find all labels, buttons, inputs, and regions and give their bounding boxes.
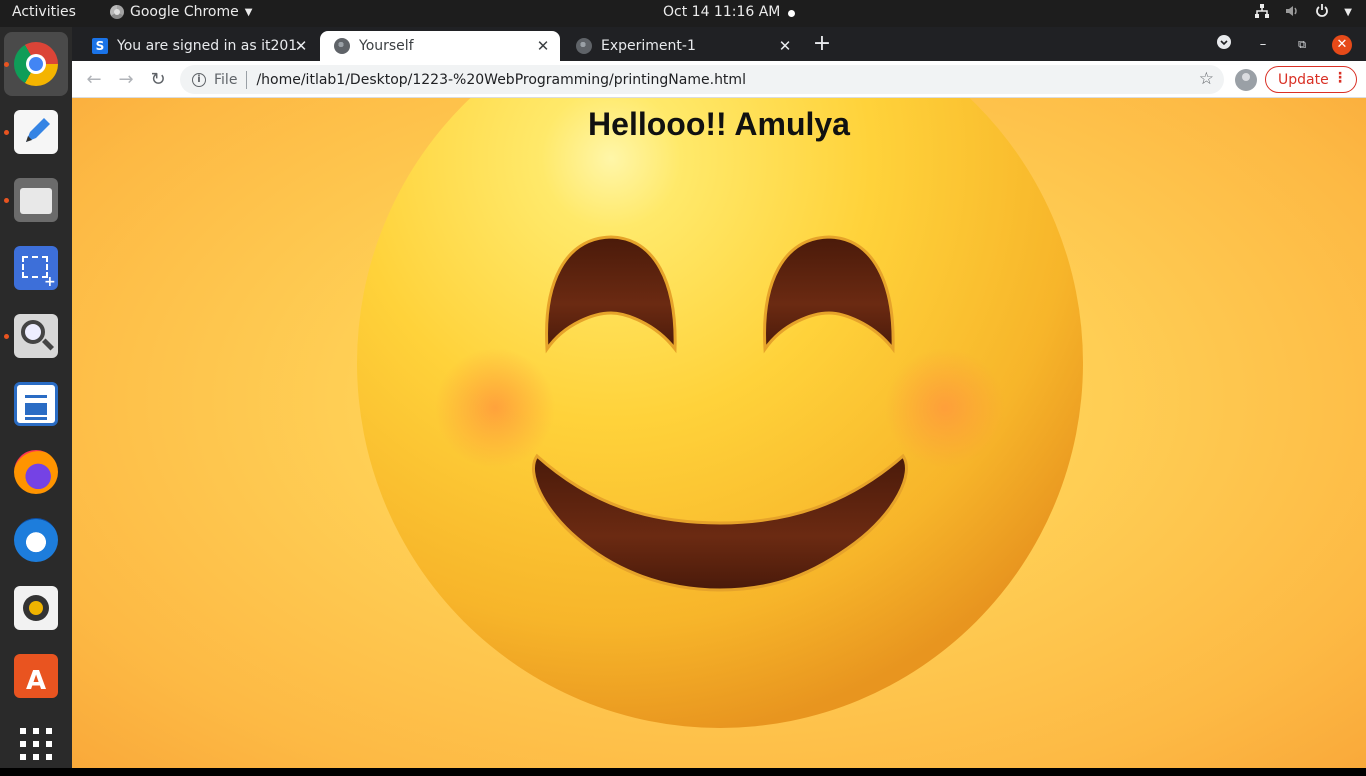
system-menu[interactable]: ▼ — [1254, 3, 1352, 23]
system-top-bar: Activities Google Chrome ▼ Oct 14 11:16 … — [0, 0, 1366, 27]
volume-icon — [1284, 3, 1300, 23]
globe-icon — [334, 38, 350, 54]
network-icon — [1254, 3, 1270, 23]
tab-title: Yourself — [359, 38, 414, 54]
tab-strip: S You are signed in as it201 ✕ Yourself … — [72, 27, 1366, 61]
dock: + A — [0, 27, 72, 768]
dock-thunderbird[interactable] — [4, 508, 68, 572]
tab-title: Experiment-1 — [601, 38, 696, 54]
dock-text-editor[interactable] — [4, 100, 68, 164]
browser-window: S You are signed in as it201 ✕ Yourself … — [72, 27, 1366, 768]
dock-image-viewer[interactable] — [4, 304, 68, 368]
new-tab-button[interactable]: + — [810, 33, 834, 57]
close-icon[interactable]: ✕ — [776, 37, 794, 55]
text-editor-icon — [14, 110, 58, 154]
chrome-icon — [110, 5, 124, 19]
smiling-face-image — [357, 98, 1083, 728]
scheme-label: File — [214, 71, 238, 88]
bookmark-star-icon[interactable]: ☆ — [1199, 69, 1214, 89]
back-button[interactable]: ← — [82, 68, 106, 92]
running-indicator — [4, 62, 9, 67]
speaker-icon — [14, 586, 58, 630]
dock-software[interactable]: A — [4, 644, 68, 708]
app-menu[interactable]: Google Chrome ▼ — [110, 4, 252, 20]
dock-rhythmbox[interactable] — [4, 576, 68, 640]
update-label: Update — [1278, 71, 1329, 88]
tab-signed-in[interactable]: S You are signed in as it201 ✕ — [78, 31, 318, 61]
more-menu-icon: ⋮ — [1333, 70, 1347, 86]
clock[interactable]: Oct 14 11:16 AM — [663, 4, 780, 20]
restore-button[interactable]: ⧉ — [1292, 35, 1312, 55]
page-content: Hellooo!! Amulya — [72, 98, 1366, 768]
minimize-button[interactable]: – — [1253, 35, 1273, 55]
firefox-icon — [14, 450, 58, 494]
grid-icon — [20, 728, 52, 760]
dock-writer[interactable] — [4, 372, 68, 436]
screenshot-icon: + — [14, 246, 58, 290]
notification-dot — [788, 10, 795, 17]
tab-favicon: S — [92, 38, 108, 54]
document-icon — [14, 382, 58, 426]
divider — [246, 70, 248, 89]
dock-screenshot[interactable]: + — [4, 236, 68, 300]
show-applications-button[interactable] — [4, 712, 68, 776]
close-window-button[interactable]: ✕ — [1332, 35, 1352, 55]
activities-button[interactable]: Activities — [12, 4, 76, 20]
dock-files[interactable] — [4, 168, 68, 232]
chevron-down-icon: ▼ — [1344, 7, 1352, 18]
dock-firefox[interactable] — [4, 440, 68, 504]
globe-icon — [576, 38, 592, 54]
tab-experiment[interactable]: Experiment-1 ✕ — [562, 31, 802, 61]
profile-avatar[interactable] — [1235, 69, 1257, 91]
software-center-icon: A — [14, 654, 58, 698]
folder-icon — [14, 178, 58, 222]
magnifier-icon — [14, 314, 58, 358]
url-text[interactable]: /home/itlab1/Desktop/1223-%20WebProgramm… — [256, 72, 746, 88]
close-icon[interactable]: ✕ — [292, 37, 310, 55]
browser-toolbar: ← → ↻ i File /home/itlab1/Desktop/1223-%… — [72, 61, 1366, 98]
tab-search-button[interactable] — [1214, 35, 1234, 55]
reload-button[interactable]: ↻ — [146, 68, 170, 92]
update-button[interactable]: Update ⋮ — [1265, 66, 1357, 93]
chevron-down-icon: ▼ — [244, 6, 253, 18]
page-heading: Hellooo!! Amulya — [588, 106, 850, 142]
app-menu-label: Google Chrome — [130, 4, 239, 20]
dock-chrome[interactable] — [4, 32, 68, 96]
thunderbird-icon — [14, 518, 58, 562]
chevron-down-icon — [1217, 35, 1231, 49]
tab-yourself[interactable]: Yourself ✕ — [320, 31, 560, 61]
chrome-icon — [14, 42, 58, 86]
forward-button[interactable]: → — [114, 68, 138, 92]
running-indicator — [4, 334, 9, 339]
close-icon[interactable]: ✕ — [534, 37, 552, 55]
address-bar[interactable]: i File /home/itlab1/Desktop/1223-%20WebP… — [180, 65, 1224, 94]
power-icon — [1314, 3, 1330, 23]
running-indicator — [4, 130, 9, 135]
running-indicator — [4, 198, 9, 203]
info-icon[interactable]: i — [192, 72, 206, 87]
tab-title: You are signed in as it201 — [117, 38, 297, 54]
